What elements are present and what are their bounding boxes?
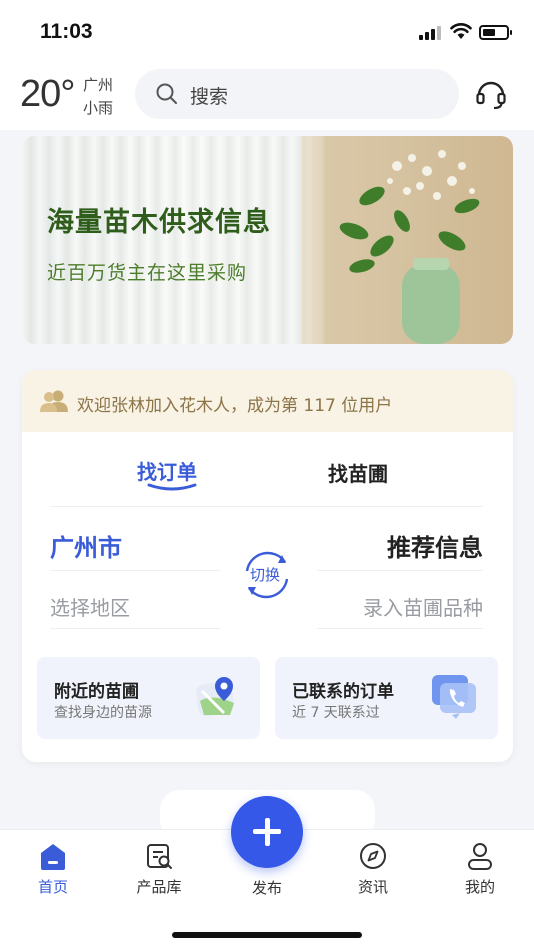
publish-button[interactable] xyxy=(231,796,303,868)
weather-condition: 小雨 xyxy=(83,99,114,117)
banner-curtain xyxy=(22,136,312,344)
contacted-orders-card[interactable]: 已联系的订单 近 7 天联系过 xyxy=(275,657,498,739)
nearby-nursery-subtitle: 查找身边的苗源 xyxy=(54,705,152,721)
plant-vase-illustration xyxy=(302,136,480,344)
status-time: 11:03 xyxy=(40,20,93,43)
tab-active-indicator xyxy=(147,483,197,491)
enter-variety-hint[interactable]: 录入苗圃品种 xyxy=(363,592,483,621)
nav-home[interactable]: 首页 xyxy=(13,840,93,897)
search-placeholder: 搜索 xyxy=(190,86,229,108)
nav-catalog[interactable]: 产品库 xyxy=(119,840,199,897)
battery-icon xyxy=(479,25,512,40)
headset-icon[interactable] xyxy=(474,77,508,111)
search-input[interactable]: 搜索 xyxy=(135,69,459,119)
recommend-info[interactable]: 推荐信息 xyxy=(387,528,483,563)
phone-chat-icon xyxy=(432,675,476,719)
nearby-nursery-card[interactable]: 附近的苗圃 查找身边的苗源 xyxy=(37,657,260,739)
contacted-orders-title: 已联系的订单 xyxy=(292,682,394,702)
temperature: 20° xyxy=(20,73,75,115)
wifi-icon xyxy=(450,23,472,39)
catalog-search-icon xyxy=(147,844,172,869)
contacted-orders-subtitle: 近 7 天联系过 xyxy=(292,705,380,721)
switch-label[interactable]: 切换 xyxy=(250,564,280,585)
nav-home-label: 首页 xyxy=(37,878,68,896)
compass-icon xyxy=(360,843,386,869)
welcome-banner: 欢迎张林加入花木人，成为第 117 位用户 xyxy=(22,370,513,432)
status-bar: 11:03 xyxy=(0,0,534,60)
welcome-text: 欢迎张林加入花木人，成为第 117 位用户 xyxy=(77,396,393,416)
nav-catalog-label: 产品库 xyxy=(136,878,182,896)
nav-news[interactable]: 资讯 xyxy=(333,840,413,897)
select-region-hint[interactable]: 选择地区 xyxy=(50,592,130,621)
nav-news-label: 资讯 xyxy=(357,878,388,896)
header: 20° 广州 小雨 搜索 xyxy=(0,60,534,130)
tab-find-orders[interactable]: 找订单 xyxy=(137,456,197,485)
home-icon xyxy=(41,844,65,870)
selected-city[interactable]: 广州市 xyxy=(50,528,122,563)
divider xyxy=(50,628,220,629)
order-search-card: 欢迎张林加入花木人，成为第 117 位用户 找订单 找苗圃 广州市 推荐信息 选… xyxy=(22,370,513,762)
search-icon xyxy=(156,83,177,104)
banner-subtitle: 近百万货主在这里采购 xyxy=(47,262,248,284)
nav-profile[interactable]: 我的 xyxy=(440,840,520,897)
home-indicator xyxy=(172,932,362,938)
plus-icon-vertical xyxy=(264,818,270,846)
divider xyxy=(317,628,483,629)
divider xyxy=(317,570,483,571)
divider xyxy=(50,506,483,507)
banner-title: 海量苗木供求信息 xyxy=(47,207,271,238)
nav-profile-label: 我的 xyxy=(464,878,495,896)
weather-city[interactable]: 广州 xyxy=(83,74,113,95)
publish-label[interactable]: 发布 xyxy=(231,877,303,898)
map-pin-icon xyxy=(195,677,235,717)
user-icon xyxy=(468,843,492,870)
tab-find-nursery[interactable]: 找苗圃 xyxy=(328,458,388,487)
nearby-nursery-title: 附近的苗圃 xyxy=(54,682,139,702)
signal-icon xyxy=(419,26,441,40)
users-icon xyxy=(40,390,68,412)
promo-banner[interactable]: 海量苗木供求信息 近百万货主在这里采购 xyxy=(22,136,513,344)
divider xyxy=(50,570,220,571)
